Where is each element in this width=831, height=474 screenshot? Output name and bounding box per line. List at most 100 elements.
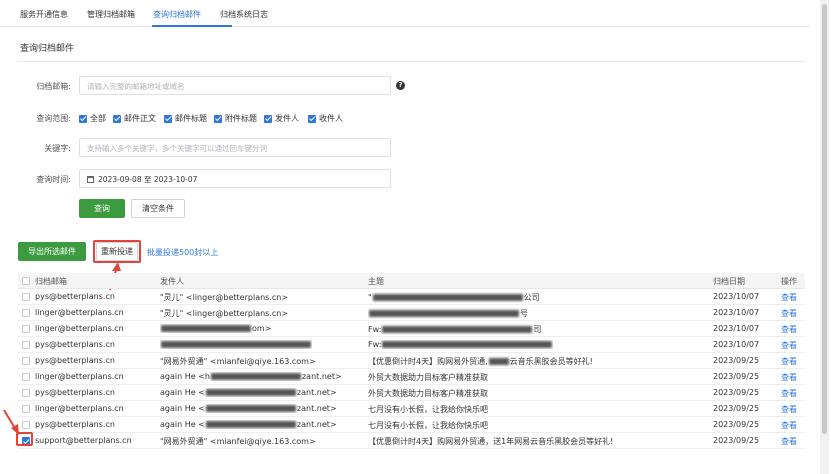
redacted-text	[161, 341, 311, 348]
row-sender: "网易外贸通" <mianfei@qiye.163.com>	[160, 357, 316, 366]
row-subject: 七月没有小长假，让我给你快乐吧	[368, 421, 488, 430]
scope-sender[interactable]: 发件人	[264, 113, 299, 124]
row-date: 2023/09/25	[713, 420, 760, 429]
scope-label: 查询范围:	[36, 114, 71, 123]
date-range-input[interactable]: 2023-09-08 至 2023-10-07	[79, 169, 391, 188]
top-nav: 服务开通信息 管理归档邮箱 查询归档邮件 归档系统日志	[0, 0, 810, 27]
row-checkbox[interactable]	[22, 389, 30, 397]
row-mailbox: pys@betterplans.cn	[35, 292, 115, 301]
mailbox-label: 归档邮箱:	[36, 82, 71, 91]
checkbox-icon[interactable]	[113, 114, 121, 123]
tab-manage-mailbox[interactable]: 管理归档邮箱	[87, 9, 135, 20]
table-row[interactable]: pys@betterplans.cn "灵儿" <linger@betterpla…	[18, 289, 805, 305]
row-checkbox[interactable]	[22, 357, 30, 365]
tab-system-log[interactable]: 归档系统日志	[220, 9, 268, 20]
row-checkbox[interactable]	[22, 405, 30, 413]
row-view-link[interactable]: 查看	[781, 308, 797, 319]
row-checkbox[interactable]	[22, 373, 30, 381]
scope-subject[interactable]: 邮件标题	[164, 113, 207, 124]
table-row[interactable]: pys@betterplans.cn again He < zant.net> 外贸大…	[18, 385, 805, 401]
row-sender: "灵儿" <linger@betterplans.cn>	[160, 309, 289, 318]
help-icon[interactable]: ?	[396, 81, 405, 90]
row-mailbox: pys@betterplans.cn	[35, 388, 115, 397]
export-button[interactable]: 导出所选邮件	[18, 242, 86, 261]
row-view-link[interactable]: 查看	[781, 292, 797, 303]
table-header: 归档邮箱 发件人 主题 归档日期 操作	[18, 273, 805, 289]
redacted-text	[382, 326, 533, 333]
search-button[interactable]: 查询	[79, 199, 125, 218]
checkbox-icon[interactable]	[264, 114, 272, 123]
row-date: 2023/09/25	[713, 372, 760, 381]
row-sender: again He < zant.net>	[160, 388, 337, 397]
checkbox-icon[interactable]	[79, 114, 87, 123]
row-mailbox: linger@betterplans.cn	[35, 324, 124, 333]
page-scrollbar[interactable]	[820, 0, 829, 474]
row-view-link[interactable]: 查看	[781, 388, 797, 399]
calendar-icon	[87, 176, 94, 183]
redacted-text	[205, 405, 296, 412]
col-action: 操作	[781, 277, 797, 286]
tab-service-info[interactable]: 服务开通信息	[20, 9, 68, 20]
table-row[interactable]: pys@betterplans.cn again He < zant.net> 七月没…	[18, 417, 805, 433]
row-checkbox[interactable]	[22, 341, 30, 349]
scope-body[interactable]: 邮件正文	[113, 113, 156, 124]
highlight-box	[93, 240, 141, 263]
row-sender: again He < zant.net>	[160, 420, 337, 429]
time-label: 查询时间:	[36, 175, 71, 184]
table-row[interactable]: linger@betterplans.cn "灵儿" <linger@better…	[18, 305, 805, 321]
row-view-link[interactable]: 查看	[781, 420, 797, 431]
row-subject: Fw:	[368, 340, 553, 349]
row-date: 2023/10/07	[713, 292, 760, 301]
row-subject: 外贸大数据助力目标客户精准获取	[368, 389, 488, 398]
clear-button[interactable]: 清空条件	[131, 199, 185, 218]
scope-attachment[interactable]: 附件标题	[214, 113, 257, 124]
row-checkbox[interactable]	[22, 421, 30, 429]
table-row[interactable]: pys@betterplans.cn "网易外贸通" <mianfei@qiye.…	[18, 353, 805, 369]
scope-recipient[interactable]: 收件人	[308, 113, 343, 124]
checkbox-icon[interactable]	[164, 114, 172, 123]
row-checkbox[interactable]	[22, 293, 30, 301]
row-date: 2023/09/25	[713, 356, 760, 365]
row-view-link[interactable]: 查看	[781, 372, 797, 383]
row-subject: 号	[368, 308, 528, 319]
keyword-input[interactable]: 支持输入多个关键字，多个关键字可以通过回车键分词	[79, 138, 391, 157]
col-subject: 主题	[368, 277, 384, 286]
row-mailbox: pys@betterplans.cn	[35, 340, 115, 349]
row-subject: 【优惠倒计时4天】购网易外贸通，送1年网易云音乐黑胶会员等好礼!	[368, 437, 614, 446]
tab-query-mail[interactable]: 查询归档邮件	[153, 9, 201, 20]
bulk-redeliver-link[interactable]: 批量投递500封以上	[147, 247, 218, 258]
row-view-link[interactable]: 查看	[781, 404, 797, 415]
col-date: 归档日期	[713, 277, 745, 286]
row-view-link[interactable]: 查看	[781, 340, 797, 351]
row-view-link[interactable]: 查看	[781, 324, 797, 335]
row-date: 2023/10/07	[713, 324, 760, 333]
row-mailbox: pys@betterplans.cn	[35, 420, 115, 429]
row-checkbox[interactable]	[22, 325, 30, 333]
divider	[18, 61, 805, 62]
table-row[interactable]: linger@betterplans.cn om> Fw: 司 2023/10/07 查看	[18, 321, 805, 337]
scope-all[interactable]: 全部	[79, 113, 106, 124]
row-date: 2023/10/07	[713, 308, 760, 317]
row-date: 2023/09/25	[713, 388, 760, 397]
table-row[interactable]: linger@betterplans.cn again He <h zant.net…	[18, 369, 805, 385]
redacted-text	[372, 294, 523, 301]
checkbox-icon[interactable]	[308, 114, 316, 123]
checkbox-icon[interactable]	[214, 114, 222, 123]
table-row[interactable]: support@betterplans.cn "网易外贸通" <mianfei@q…	[18, 433, 805, 449]
row-sender: again He <h zant.net>	[160, 372, 342, 381]
scrollbar-thumb[interactable]	[822, 4, 827, 434]
row-sender	[160, 340, 312, 349]
row-sender: again He < zant.net>	[160, 404, 337, 413]
table-row[interactable]: linger@betterplans.cn again He < zant.net>…	[18, 401, 805, 417]
row-view-link[interactable]: 查看	[781, 356, 797, 367]
mailbox-input[interactable]: 请输入完整的邮箱地址或域名	[79, 76, 391, 95]
redacted-text	[210, 373, 301, 380]
redacted-text	[382, 341, 553, 348]
row-checkbox[interactable]	[22, 309, 30, 317]
select-all-checkbox[interactable]	[22, 277, 30, 285]
row-date: 2023/10/07	[713, 340, 760, 349]
row-view-link[interactable]: 查看	[781, 436, 797, 447]
table-row[interactable]: pys@betterplans.cn Fw: 2023/10/07 查看	[18, 337, 805, 353]
redacted-text	[205, 389, 296, 396]
page-title: 查询归档邮件	[20, 44, 75, 54]
